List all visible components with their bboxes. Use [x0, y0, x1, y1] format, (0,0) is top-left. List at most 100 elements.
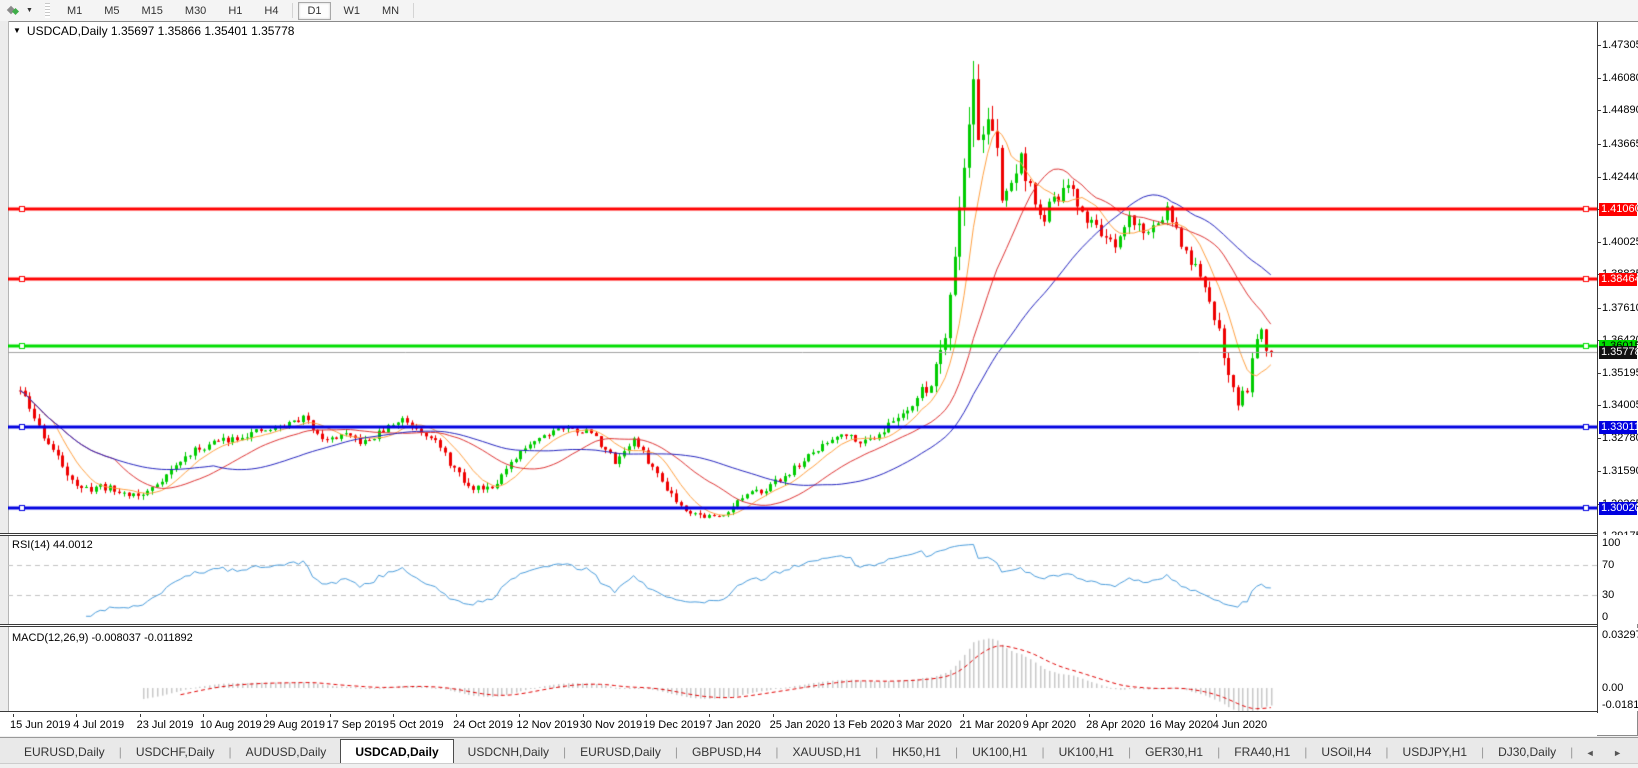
hline-price-tag: 1.38464: [1599, 273, 1638, 287]
chart-tab-audusd-daily[interactable]: AUDUSD,Daily: [232, 741, 341, 764]
chart-tab-usdjpy-h1[interactable]: USDJPY,H1: [1389, 741, 1481, 764]
date-tick-label: 4 Jun 2020: [1212, 719, 1268, 731]
timeframe-button-h1[interactable]: H1: [219, 2, 251, 20]
date-tick-mark: [1215, 714, 1217, 717]
rsi-tick-label: 70: [1602, 559, 1615, 572]
toolbar-separator: [413, 3, 415, 18]
date-tick-label: 24 Oct 2019: [453, 719, 514, 731]
tab-scroll-arrows: ◄ ►: [1586, 748, 1630, 758]
price-tick-label: 1.46080: [1602, 72, 1638, 85]
date-tick-mark: [202, 714, 204, 717]
timeframe-button-m15[interactable]: M15: [133, 2, 172, 20]
chart-tab-fra40-h1[interactable]: FRA40,H1: [1220, 741, 1304, 764]
timeframe-button-m30[interactable]: M30: [176, 2, 215, 20]
panel-separator[interactable]: [0, 624, 1597, 627]
current-price-tag: 1.35778: [1599, 346, 1638, 360]
date-tick-label: 29 Aug 2019: [263, 719, 325, 731]
macd-panel-canvas[interactable]: [8, 628, 1597, 713]
price-tick-mark: [1598, 405, 1601, 407]
chart-caption-bar[interactable]: ▼ USDCAD,Daily 1.35697 1.35866 1.35401 1…: [9, 22, 1597, 39]
price-tick-mark: [1598, 143, 1601, 145]
hline-price-tag: 1.30020: [1599, 502, 1638, 516]
chart-tab-xauusd-h1[interactable]: XAUUSD,H1: [778, 741, 875, 764]
tab-scroll-right-button[interactable]: ►: [1613, 748, 1630, 758]
panel-separator[interactable]: [0, 533, 1597, 536]
rsi-tick-label: 30: [1602, 588, 1615, 601]
tab-scroll-left-button[interactable]: ◄: [1586, 748, 1603, 758]
chart-tab-usdchf-daily[interactable]: USDCHF,Daily: [122, 741, 229, 764]
date-tick-label: 3 Mar 2020: [896, 719, 952, 731]
date-tick-label: 16 May 2020: [1149, 719, 1213, 731]
date-tick-label: 28 Apr 2020: [1086, 719, 1146, 731]
price-tick-mark: [1598, 470, 1601, 472]
price-tick-mark: [1598, 78, 1601, 80]
chart-tab-eurusd-daily[interactable]: EURUSD,Daily: [10, 741, 119, 764]
hline-price-tag: 1.41060: [1599, 203, 1638, 217]
date-tick-label: 15 Jun 2019: [10, 719, 71, 731]
macd-tick-label: 0.00: [1602, 682, 1624, 694]
macd-label: MACD(12,26,9) -0.008037 -0.011892: [12, 632, 193, 644]
date-tick-label: 23 Jul 2019: [136, 719, 194, 731]
price-axis[interactable]: 1.473051.460801.448901.436651.424401.412…: [1598, 22, 1638, 542]
date-tick-mark: [709, 714, 711, 717]
date-tick-label: 25 Jan 2020: [769, 719, 831, 731]
price-tick-mark: [1598, 372, 1601, 374]
date-tick-label: 7 Jan 2020: [706, 719, 761, 731]
chart-tab-usdcad-daily[interactable]: USDCAD,Daily: [340, 739, 454, 764]
date-tick-mark: [962, 714, 964, 717]
chart-tab-dj30-daily[interactable]: DJ30,Daily: [1484, 741, 1570, 764]
chart-tab-uk100-h1[interactable]: UK100,H1: [958, 741, 1041, 764]
macd-tick-label: -0.01815: [1602, 699, 1638, 711]
price-tick-label: 1.37610: [1602, 301, 1638, 314]
date-tick-mark: [139, 714, 141, 717]
price-tick-label: 1.42440: [1602, 170, 1638, 183]
rsi-panel-canvas[interactable]: [8, 535, 1597, 626]
date-tick-mark: [392, 714, 394, 717]
date-tick-mark: [1025, 714, 1027, 717]
chart-tab-uk100-h1[interactable]: UK100,H1: [1045, 741, 1128, 764]
price-tick-label: 1.34005: [1602, 399, 1638, 412]
macd-axis[interactable]: 0.032972 0.00 -0.01815: [1598, 628, 1638, 711]
toolbar-separator: [292, 3, 294, 18]
date-tick-mark: [519, 714, 521, 717]
price-tick-mark: [1598, 110, 1601, 112]
date-tick-mark: [646, 714, 647, 717]
date-tick-label: 30 Nov 2019: [579, 719, 643, 731]
price-tick-label: 1.44890: [1602, 104, 1638, 117]
timeframe-button-mn[interactable]: MN: [373, 2, 408, 20]
rsi-label: RSI(14) 44.0012: [12, 539, 93, 551]
timeframes-toolbar: ▼ M1 M5 M15 M30 H1 H4 D1 W1 MN: [0, 0, 1638, 22]
chart-tab-ger30-h1[interactable]: GER30,H1: [1131, 741, 1217, 764]
price-tick-mark: [1598, 242, 1601, 244]
price-tick-mark: [1598, 307, 1601, 309]
timeframe-buttons: M1 M5 M15 M30 H1 H4 D1 W1 MN: [56, 1, 417, 20]
date-axis[interactable]: 15 Jun 2019 4 Jul 2019 23 Jul 2019 10 Aug 2…: [0, 714, 1597, 736]
timeframe-button-d1[interactable]: D1: [298, 1, 331, 20]
terminal-window: ▼ M1 M5 M15 M30 H1 H4 D1 W1 MN ▼ USDCAD,Daily 1.…: [0, 0, 1638, 768]
rsi-axis[interactable]: 100 70 30 0: [1598, 535, 1638, 624]
price-tick-label: 1.43665: [1602, 137, 1638, 150]
chart-tools-button[interactable]: ▼: [0, 0, 39, 21]
hline-price-tag: 1.33011: [1599, 421, 1638, 435]
chart-tools-icon: [6, 5, 20, 16]
price-chart-canvas[interactable]: [8, 40, 1597, 533]
timeframe-button-m1[interactable]: M1: [58, 2, 91, 20]
chart-menu-caret-icon[interactable]: ▼: [13, 26, 21, 35]
toolbar-grip[interactable]: [44, 3, 50, 18]
date-tick-label: 12 Nov 2019: [516, 719, 579, 731]
price-tick-mark: [1598, 45, 1601, 46]
date-tick-mark: [266, 714, 268, 717]
chart-tab-usoil-h4[interactable]: USOil,H4: [1307, 741, 1385, 764]
chart-tab-eurusd-daily[interactable]: EURUSD,Daily: [566, 741, 675, 764]
chart-tab-gbpusd-h4[interactable]: GBPUSD,H4: [678, 741, 775, 764]
chart-tab-usdcnh-daily[interactable]: USDCNH,Daily: [454, 741, 563, 764]
date-tick-label: 10 Aug 2019: [199, 719, 262, 731]
timeframe-button-w1[interactable]: W1: [335, 2, 370, 20]
chart-tab-bar: EURUSD,Daily | USDCHF,Daily | AUDUSD,Daily US…: [0, 737, 1638, 764]
date-tick-mark: [329, 714, 331, 717]
price-tick-label: 1.32780: [1602, 432, 1638, 445]
timeframe-button-h4[interactable]: H4: [255, 2, 287, 20]
chart-title: USDCAD,Daily 1.35697 1.35866 1.35401 1.3…: [26, 23, 295, 38]
chart-tab-hk50-h1[interactable]: HK50,H1: [878, 741, 955, 764]
timeframe-button-m5[interactable]: M5: [95, 2, 128, 20]
